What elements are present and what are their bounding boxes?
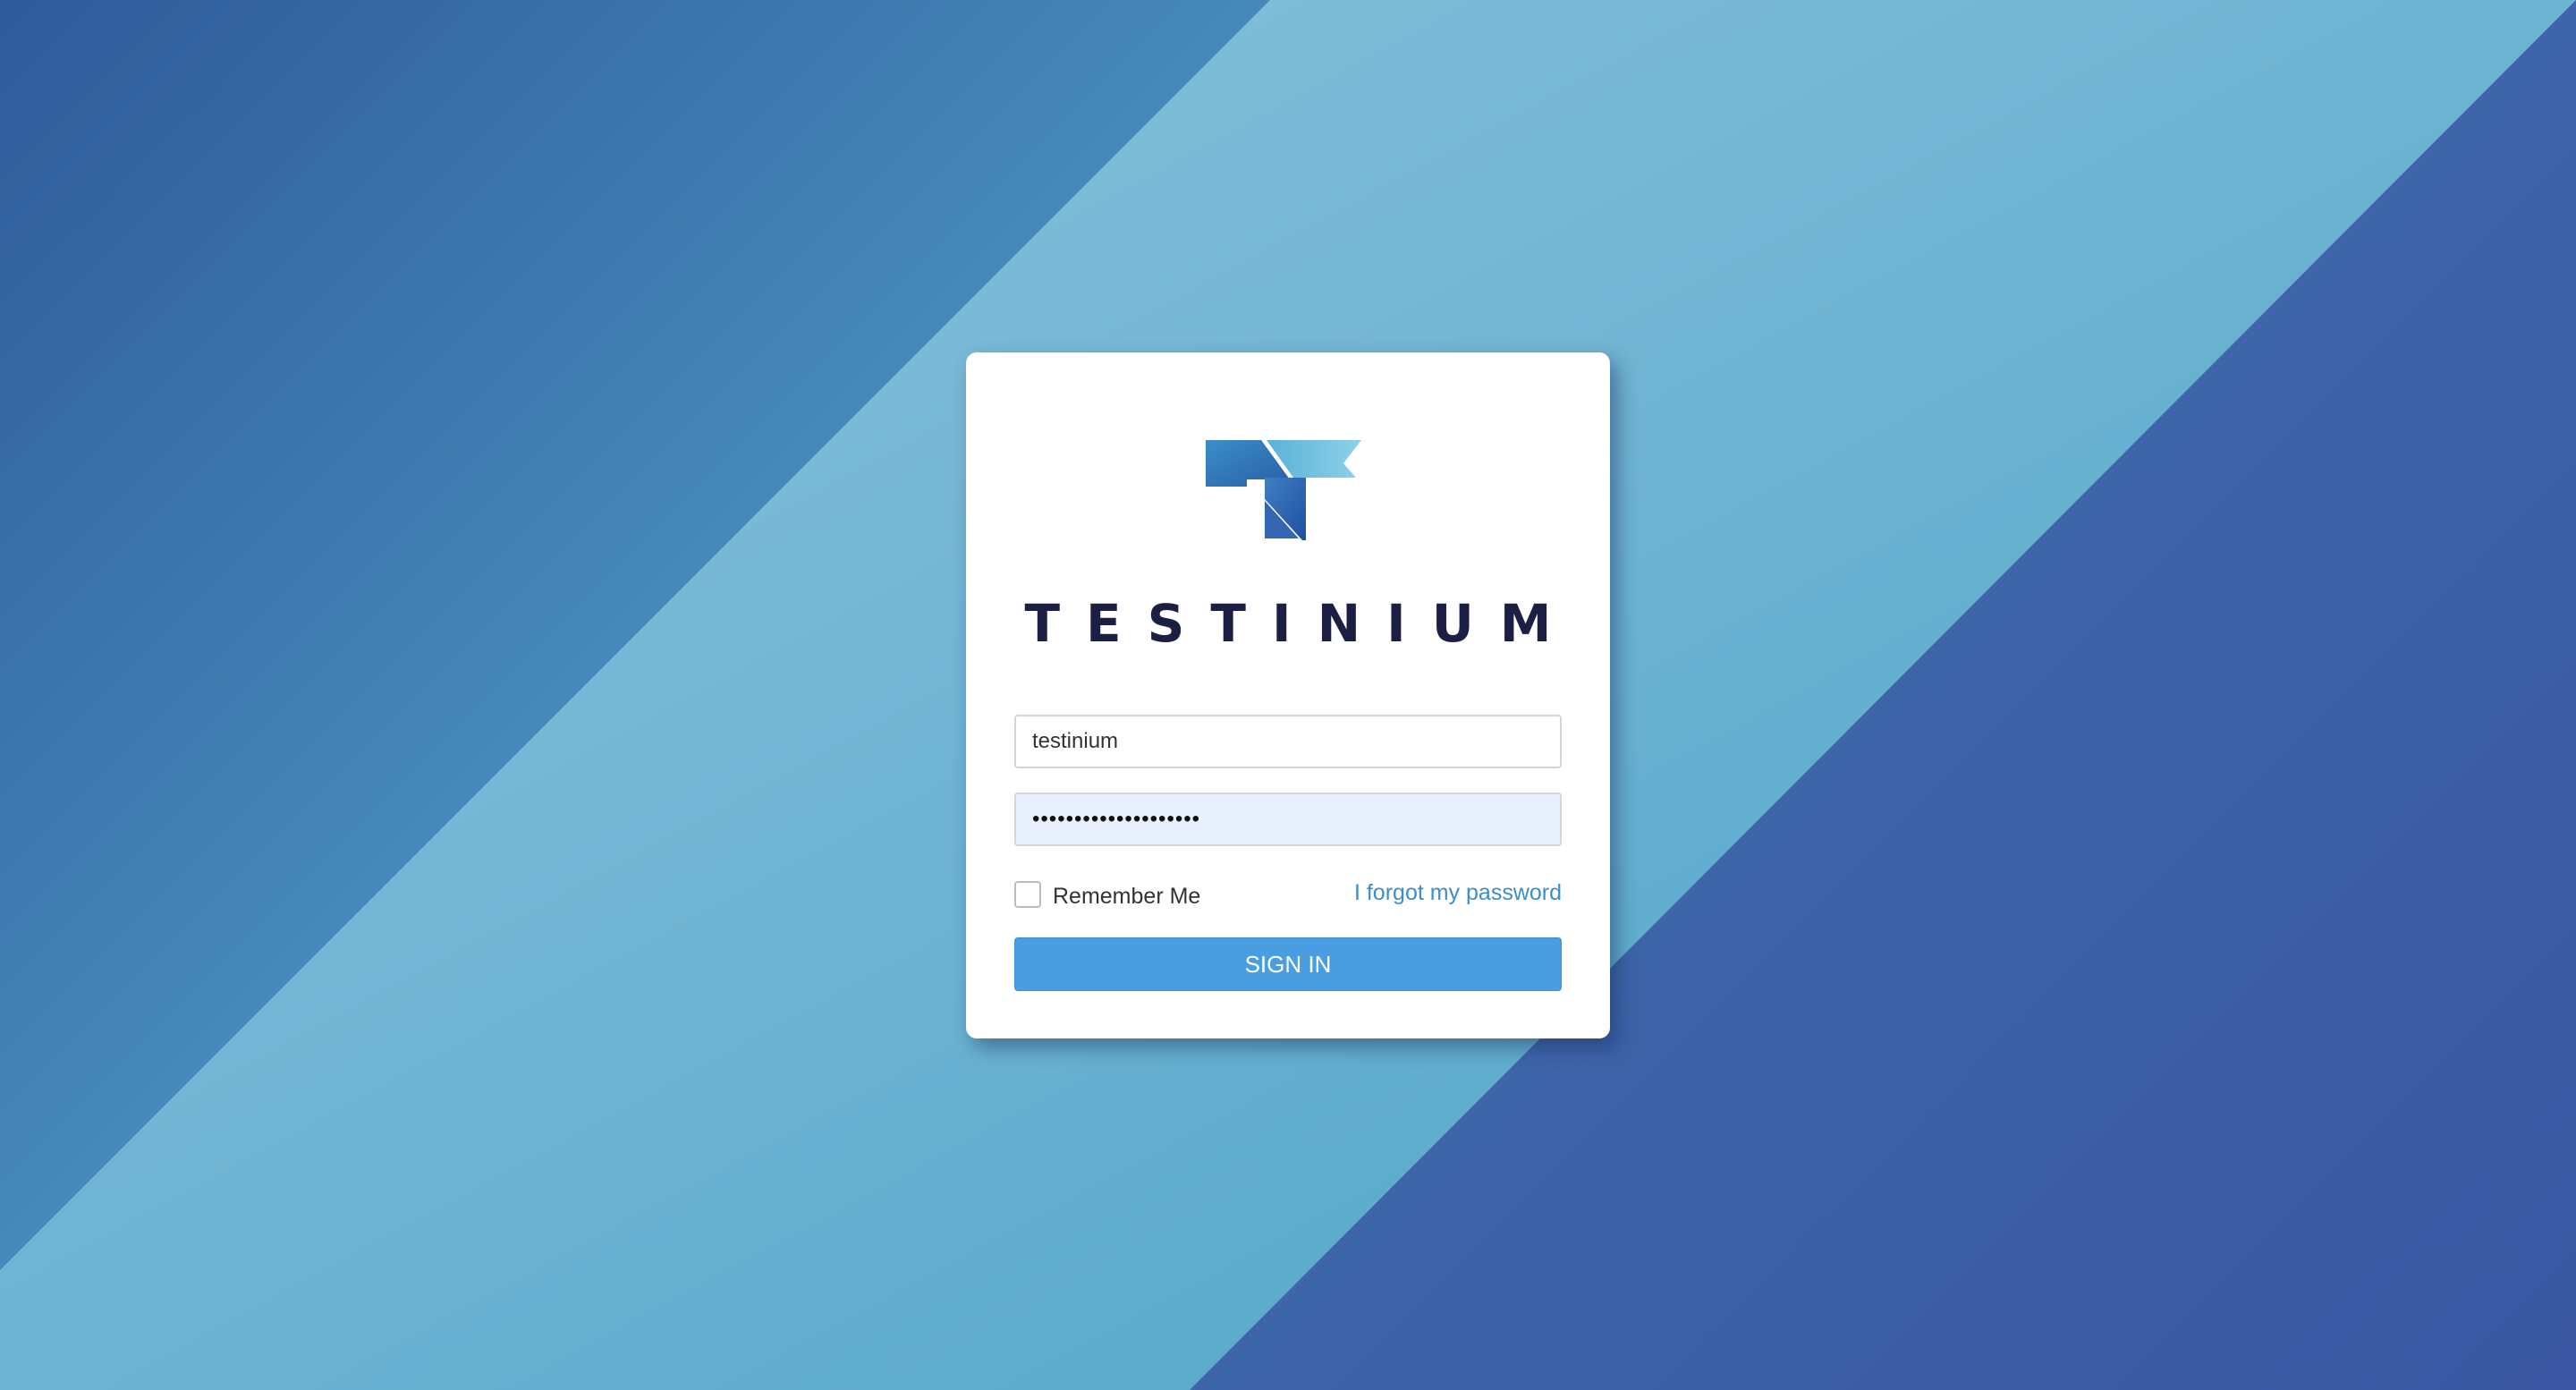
remember-me-checkbox[interactable] bbox=[1014, 881, 1041, 908]
forgot-password-link[interactable]: I forgot my password bbox=[1354, 880, 1562, 906]
remember-row: Remember Me I forgot my password bbox=[1014, 876, 1562, 915]
login-card: TESTINIUM Remember Me I forgot my passwo… bbox=[966, 352, 1610, 1038]
username-input[interactable] bbox=[1014, 715, 1562, 768]
remember-me-label[interactable]: Remember Me bbox=[1053, 884, 1200, 910]
password-input[interactable] bbox=[1014, 792, 1562, 846]
testinium-t-logo-icon bbox=[1206, 440, 1361, 540]
sign-in-button[interactable]: SIGN IN bbox=[1014, 937, 1562, 991]
brand-name: TESTINIUM bbox=[1024, 593, 1578, 654]
login-page: TESTINIUM Remember Me I forgot my passwo… bbox=[0, 0, 2576, 1390]
